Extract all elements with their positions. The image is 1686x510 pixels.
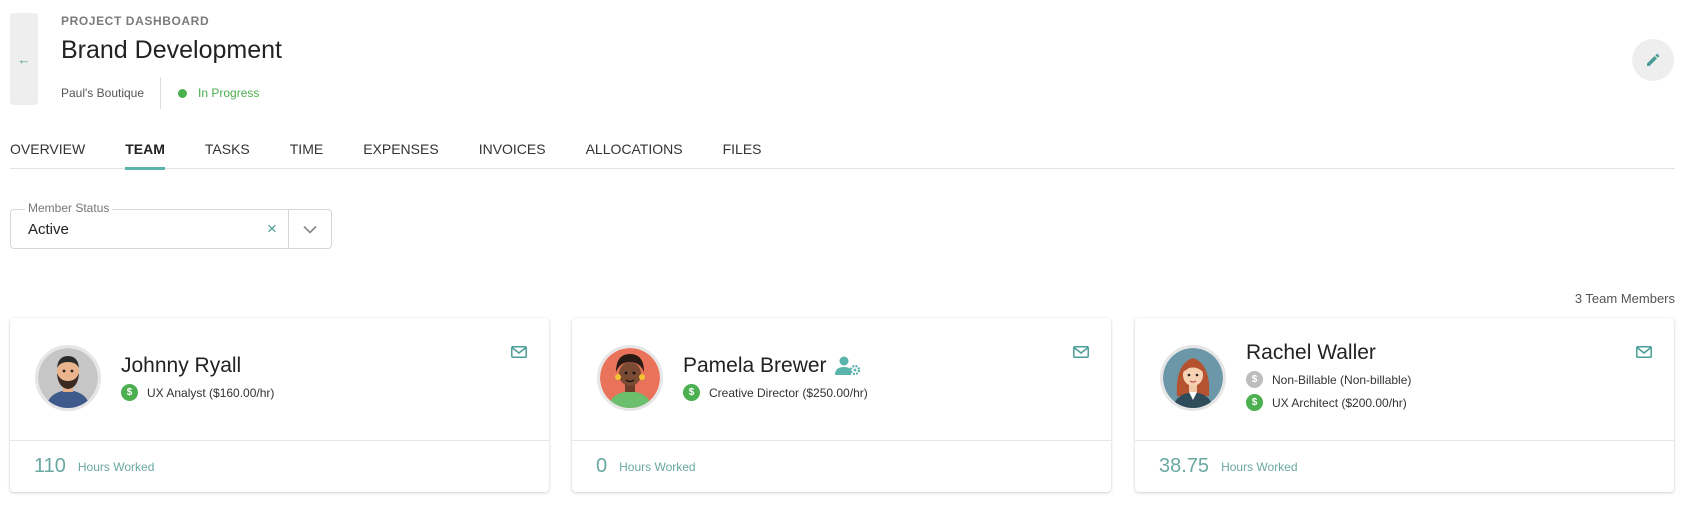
back-button[interactable]: ← [10, 13, 38, 105]
tab-overview[interactable]: OVERVIEW [10, 130, 85, 169]
hours-value: 38.75 [1159, 455, 1210, 477]
team-member-count: 3 Team Members [1574, 291, 1675, 306]
tab-time[interactable]: TIME [290, 130, 323, 169]
member-name: Rachel Waller [1246, 341, 1376, 364]
pencil-icon [1647, 53, 1660, 66]
hours-summary: 38.75 Hours Worked [1135, 441, 1674, 492]
avatar [597, 345, 663, 411]
client-name: Paul's Boutique [61, 86, 145, 100]
hours-label: Hours Worked [77, 459, 155, 474]
status-dot-icon [178, 88, 188, 98]
dollar-icon: $ [121, 384, 138, 401]
chevron-down-icon [303, 225, 317, 234]
page-title: Brand Development [61, 36, 282, 64]
envelope-icon [511, 346, 527, 358]
status-badge: In Progress [198, 86, 260, 100]
envelope-icon [1636, 346, 1652, 358]
avatar [1160, 345, 1226, 411]
dollar-icon: $ [1246, 394, 1263, 411]
avatar [35, 345, 101, 411]
hours-label: Hours Worked [619, 459, 696, 474]
hours-label: Hours Worked [1221, 459, 1298, 474]
project-header: PROJECT DASHBOARD Brand Development Paul… [61, 14, 282, 109]
team-member-card: Johnny Ryall $ UX Analyst ($160.00/hr) 1… [10, 318, 549, 492]
member-name: Johnny Ryall [121, 354, 242, 377]
role-label: Non-Billable (Non-billable) [1272, 372, 1412, 387]
member-status-label: Member Status [25, 201, 113, 215]
hours-value: 0 [596, 455, 608, 477]
close-icon: × [267, 219, 277, 238]
edit-project-button[interactable] [1632, 39, 1674, 81]
hours-summary: 110 Hours Worked [10, 441, 549, 492]
tab-files[interactable]: FILES [723, 130, 762, 169]
member-name: Pamela Brewer [683, 354, 827, 377]
dollar-icon: $ [1246, 371, 1263, 388]
tab-expenses[interactable]: EXPENSES [363, 130, 438, 169]
email-member-button[interactable] [1073, 345, 1089, 363]
member-info: Pamela Brewer $ Creative Director ($250.… [683, 354, 868, 401]
hours-value: 110 [34, 455, 66, 477]
tab-tasks[interactable]: TASKS [205, 130, 250, 169]
role-label: UX Analyst ($160.00/hr) [147, 385, 275, 400]
clear-filter-button[interactable]: × [256, 209, 288, 249]
dollar-icon: $ [683, 384, 700, 401]
member-name-row: Pamela Brewer [683, 354, 868, 378]
member-status-value: Active [28, 220, 69, 238]
member-info: Johnny Ryall $ UX Analyst ($160.00/hr) [121, 354, 274, 401]
meta-divider [160, 77, 162, 109]
project-tabs: OVERVIEW TEAM TASKS TIME EXPENSES INVOIC… [10, 130, 1675, 170]
arrow-left-icon: ← [17, 51, 31, 67]
email-member-button[interactable] [1636, 345, 1652, 363]
tab-team[interactable]: TEAM [125, 130, 165, 170]
member-role: $ UX Architect ($200.00/hr) [1246, 394, 1411, 411]
dropdown-toggle[interactable] [289, 209, 331, 249]
email-member-button[interactable] [511, 345, 527, 363]
member-status-select[interactable]: Member Status Active × [10, 201, 332, 249]
role-label: UX Architect ($200.00/hr) [1272, 395, 1407, 410]
member-role: $ Creative Director ($250.00/hr) [683, 384, 868, 401]
page-eyebrow: PROJECT DASHBOARD [61, 14, 210, 28]
team-member-card: Pamela Brewer $ Creative Director ($250.… [572, 318, 1111, 492]
tab-allocations[interactable]: ALLOCATIONS [586, 130, 683, 169]
role-label: Creative Director ($250.00/hr) [709, 385, 868, 400]
team-member-card: Rachel Waller $ Non-Billable (Non-billab… [1135, 318, 1674, 492]
member-info: Rachel Waller $ Non-Billable (Non-billab… [1246, 341, 1411, 411]
hours-summary: 0 Hours Worked [572, 441, 1111, 492]
user-gear-icon [834, 356, 861, 376]
envelope-icon [1073, 346, 1089, 358]
member-role: $ UX Analyst ($160.00/hr) [121, 384, 274, 401]
member-role: $ Non-Billable (Non-billable) [1246, 371, 1411, 388]
tab-invoices[interactable]: INVOICES [479, 130, 546, 169]
project-meta: Paul's Boutique In Progress [61, 77, 282, 109]
